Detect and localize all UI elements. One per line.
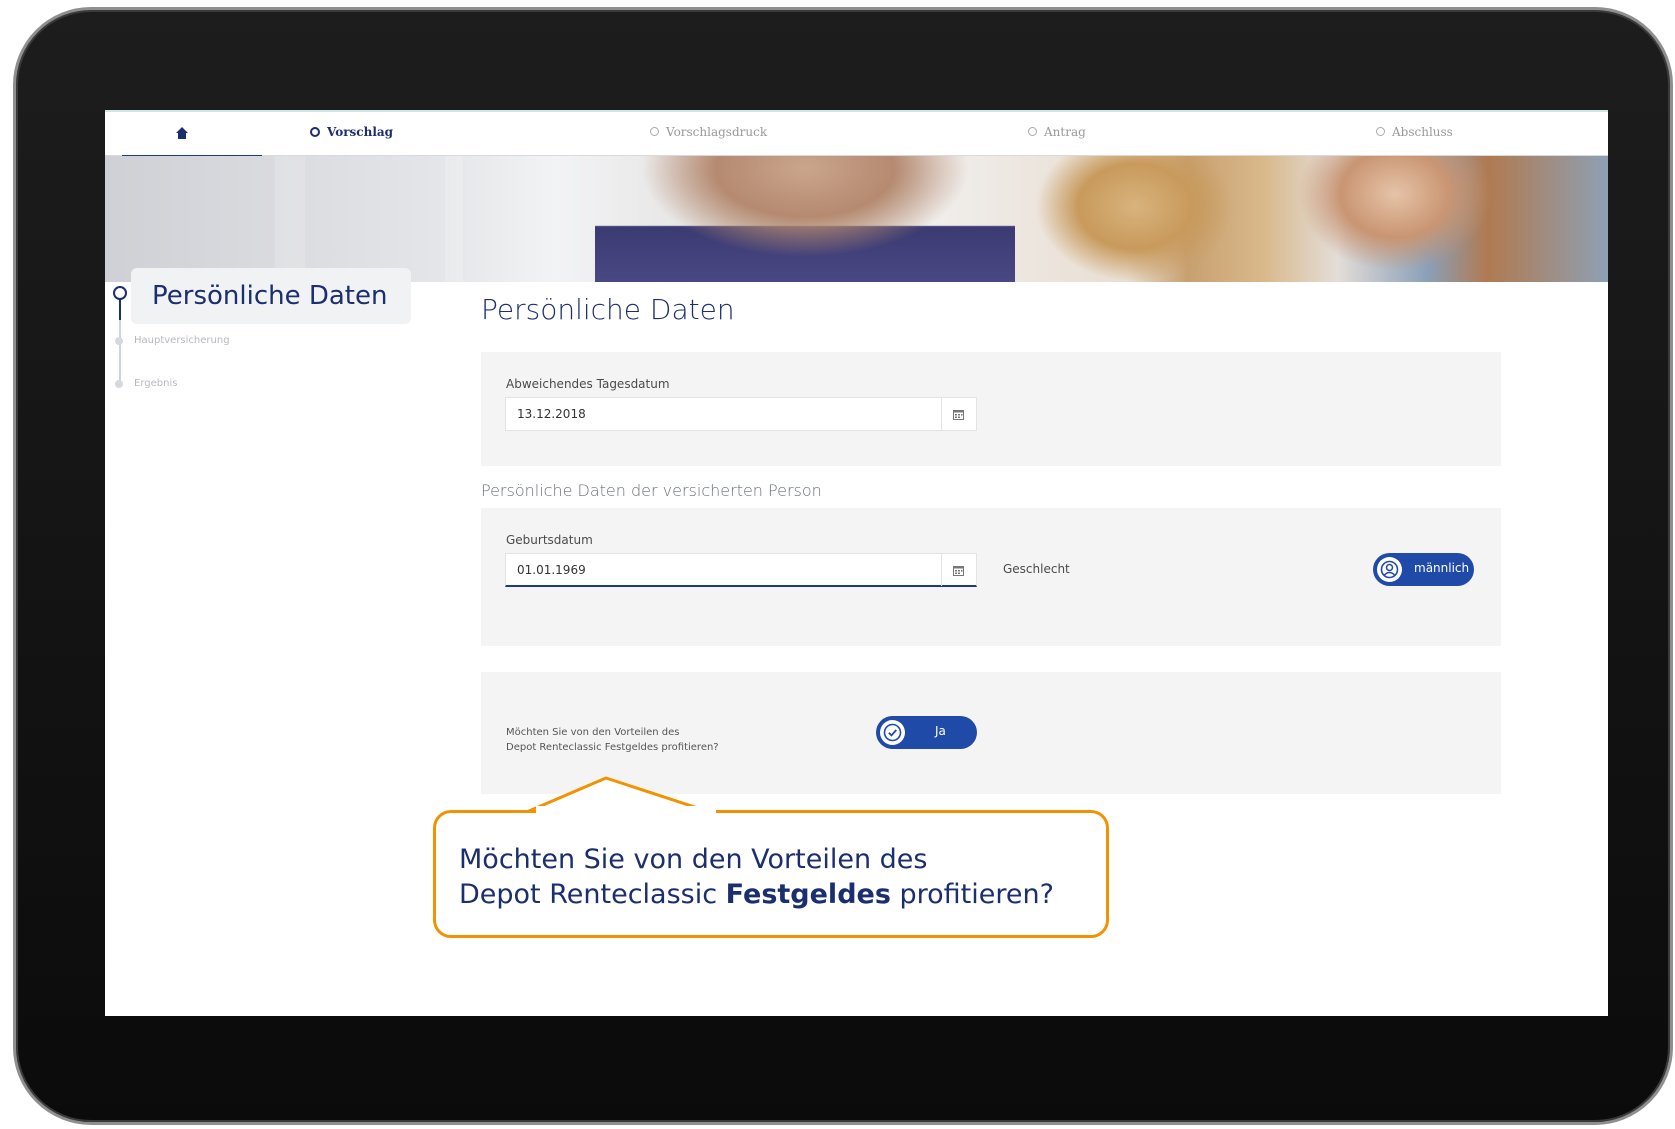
sidebar-step-persoenliche-daten[interactable]: Persönliche Daten (152, 281, 387, 311)
nav-step-abschluss[interactable]: Abschluss (1376, 125, 1453, 139)
callout-line1: Möchten Sie von den Vorteilen des (459, 844, 928, 875)
progress-dot (115, 337, 123, 345)
progress-pin-stem (119, 298, 121, 320)
progress-dot (115, 380, 123, 388)
house-icon (176, 127, 188, 139)
festgeld-toggle-label: Ja (935, 724, 946, 738)
birthdate-input[interactable]: 01.01.1969 (505, 553, 977, 587)
callout-line2-part2: profitieren? (890, 879, 1054, 910)
callout-line2-part1: Depot Renteclassic (459, 879, 726, 910)
nav-step-antrag[interactable]: Antrag (1028, 125, 1086, 139)
step-circle-icon (1376, 127, 1385, 136)
birthdate-input-value: 01.01.1969 (517, 563, 586, 577)
date-picker-button[interactable] (941, 554, 976, 586)
knob (1377, 557, 1402, 582)
gender-toggle[interactable]: männlich (1373, 553, 1474, 586)
question-line1: Möchten Sie von den Vorteilen des (506, 727, 680, 738)
knob (880, 720, 905, 745)
step-circle-icon (1028, 127, 1037, 136)
step-circle-icon (310, 126, 320, 137)
nav-step-label: Vorschlag (327, 125, 394, 139)
calendar-icon (953, 566, 964, 576)
gender-label: Geschlecht (1003, 562, 1070, 576)
festgeld-toggle[interactable]: Ja (876, 716, 977, 749)
question-line2: Depot Renteclassic Festgeldes profitiere… (506, 742, 719, 753)
gender-toggle-label: männlich (1414, 561, 1470, 575)
date-picker-button[interactable] (941, 398, 976, 430)
nav-step-label: Abschluss (1392, 125, 1453, 139)
person-icon (1380, 560, 1399, 579)
step-circle-icon (650, 127, 659, 136)
section-heading-versicherte-person: Persönliche Daten der versicherten Perso… (481, 481, 822, 500)
date-input[interactable]: 13.12.2018 (505, 397, 977, 431)
nav-step-vorschlagsdruck[interactable]: Vorschlagsdruck (650, 125, 767, 139)
nav-step-label: Vorschlagsdruck (666, 125, 768, 139)
nav-home-tab[interactable] (122, 112, 262, 158)
location-pin-icon (113, 286, 127, 300)
callout-text: Möchten Sie von den Vorteilen des Depot … (459, 842, 1054, 912)
calendar-icon (953, 410, 964, 420)
sidebar-step-ergebnis[interactable]: Ergebnis (134, 378, 177, 389)
hero-banner-image (105, 156, 1608, 282)
sidebar-step-hauptversicherung[interactable]: Hauptversicherung (134, 335, 230, 346)
festgeld-question: Möchten Sie von den Vorteilen des Depot … (506, 725, 719, 755)
callout-line2: Depot Renteclassic Festgeldes profitiere… (459, 877, 1054, 912)
nav-step-label: Antrag (1044, 125, 1086, 139)
nav-step-vorschlag[interactable]: Vorschlag (310, 125, 393, 139)
birthdate-label: Geburtsdatum (506, 533, 593, 547)
callout-emphasis: Festgeldes (725, 879, 891, 910)
check-icon (883, 723, 902, 742)
date-input-value: 13.12.2018 (517, 407, 586, 421)
page-title: Persönliche Daten (481, 293, 735, 326)
date-field-label: Abweichendes Tagesdatum (506, 377, 670, 391)
top-navigation: Vorschlag Vorschlagsdruck Antrag Abschlu… (105, 110, 1608, 158)
